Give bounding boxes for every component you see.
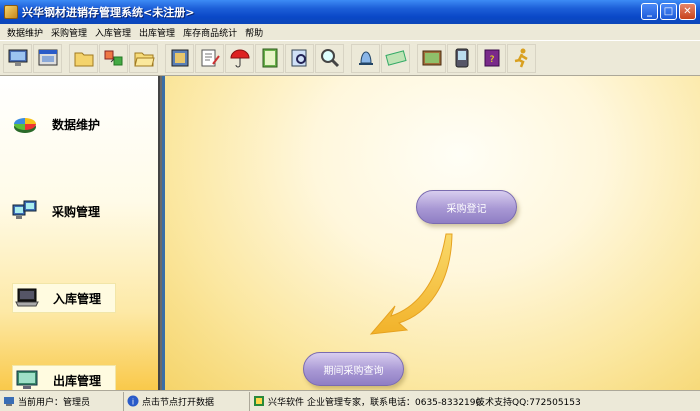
sidebar-item-purchase[interactable]: 采购管理: [12, 199, 100, 223]
picture-icon[interactable]: [417, 43, 446, 73]
folder-open-icon[interactable]: [129, 43, 158, 73]
app-icon: [4, 5, 18, 19]
status-hint: i 点击节点打开数据: [124, 391, 250, 411]
film-icon[interactable]: [165, 43, 194, 73]
user-icon: [4, 397, 14, 406]
svg-text:?: ?: [489, 55, 494, 65]
sidebar-item-label: 出库管理: [53, 373, 102, 388]
runner-icon[interactable]: [507, 43, 536, 73]
pie-chart-icon: [14, 118, 36, 133]
status-bar: 当前用户：管理员 i 点击节点打开数据 兴华软件 企业管理专家，联系电话：063…: [0, 390, 700, 411]
menu-help[interactable]: 帮助: [241, 26, 267, 39]
brand-icon: [254, 396, 264, 406]
computers-icon: [12, 200, 37, 219]
toolbar: ?: [0, 40, 700, 76]
sidebar-item-inbound[interactable]: 入库管理: [12, 283, 117, 313]
menu-outbound[interactable]: 出库管理: [135, 26, 179, 39]
umbrella-icon[interactable]: [225, 43, 254, 73]
sidebar-item-label: 入库管理: [53, 291, 102, 306]
status-contact: 企业管理专家，联系电话：0635-8332190: [307, 397, 482, 408]
book-icon[interactable]: ?: [477, 43, 506, 73]
title-bar: 兴华钢材进销存管理系统<未注册> _ □ ✕: [0, 0, 700, 24]
sidebar-item-label: 数据维护: [52, 117, 101, 132]
sidebar-item-label: 采购管理: [52, 204, 101, 219]
write-icon[interactable]: [195, 43, 224, 73]
flow-arrow: [369, 233, 453, 335]
transfer-icon[interactable]: [99, 43, 128, 73]
sidebar: 数据维护 采购管理 入库管理 出库管理: [0, 76, 162, 395]
maximize-button[interactable]: □: [660, 3, 677, 20]
node-purchase-register[interactable]: 采购登记: [416, 190, 517, 224]
flow-canvas: 采购登记 期间采购查询: [165, 76, 700, 390]
menu-purchase[interactable]: 采购管理: [47, 26, 91, 39]
window-icon[interactable]: [33, 43, 62, 73]
magnifier-icon[interactable]: [315, 43, 344, 73]
search-doc-icon[interactable]: [285, 43, 314, 73]
window-title: 兴华钢材进销存管理系统<未注册>: [22, 6, 195, 19]
minimize-button[interactable]: _: [641, 3, 658, 20]
node-period-purchase-query[interactable]: 期间采购查询: [303, 352, 404, 386]
folder-icon[interactable]: [69, 43, 98, 73]
monitor-icon[interactable]: [3, 43, 32, 73]
menu-inbound[interactable]: 入库管理: [91, 26, 135, 39]
pda-icon[interactable]: [447, 43, 476, 73]
sidebar-divider: [158, 76, 160, 390]
bell-icon[interactable]: [351, 43, 380, 73]
menu-data-maintenance[interactable]: 数据维护: [3, 26, 47, 39]
info-icon: i: [127, 395, 139, 407]
svg-text:i: i: [132, 398, 134, 407]
close-button[interactable]: ✕: [679, 3, 696, 20]
menu-bar: 数据维护 采购管理 入库管理 出库管理 库存商品统计 帮助: [0, 24, 700, 40]
menu-inventory-stats[interactable]: 库存商品统计: [179, 26, 241, 39]
window-controls: _ □ ✕: [641, 3, 696, 20]
notebook-icon[interactable]: [255, 43, 284, 73]
status-user: 当前用户：管理员: [0, 391, 124, 411]
money-icon[interactable]: [381, 43, 410, 73]
laptop-icon: [15, 288, 39, 307]
display-icon: [16, 370, 38, 389]
status-brand: 兴华软件: [250, 392, 306, 411]
status-support: 技术支持QQ:772505153: [476, 397, 581, 408]
sidebar-item-data-maintenance[interactable]: 数据维护: [12, 112, 100, 136]
